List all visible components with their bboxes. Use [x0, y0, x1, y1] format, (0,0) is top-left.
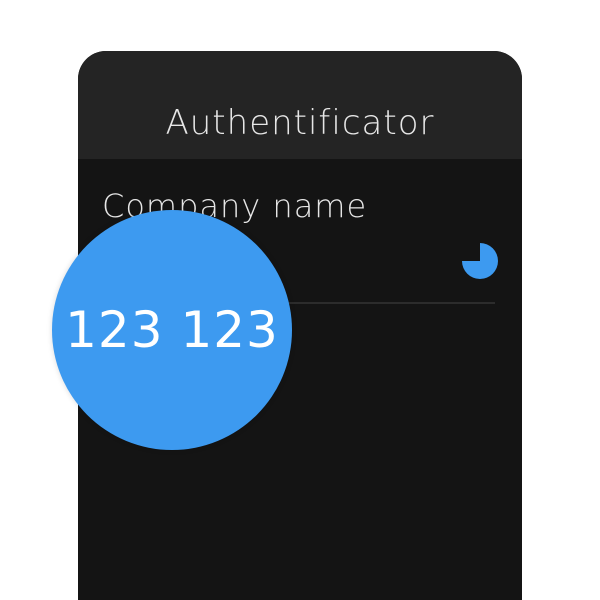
app-bar: Authentificator [78, 51, 522, 159]
screen: Authentificator Company name 123 123 [0, 0, 600, 600]
otp-code: 123 123 [65, 301, 279, 359]
countdown-pie-icon [462, 243, 498, 279]
code-bubble: 123 123 [52, 210, 292, 450]
app-title: Authentificator [165, 103, 435, 143]
